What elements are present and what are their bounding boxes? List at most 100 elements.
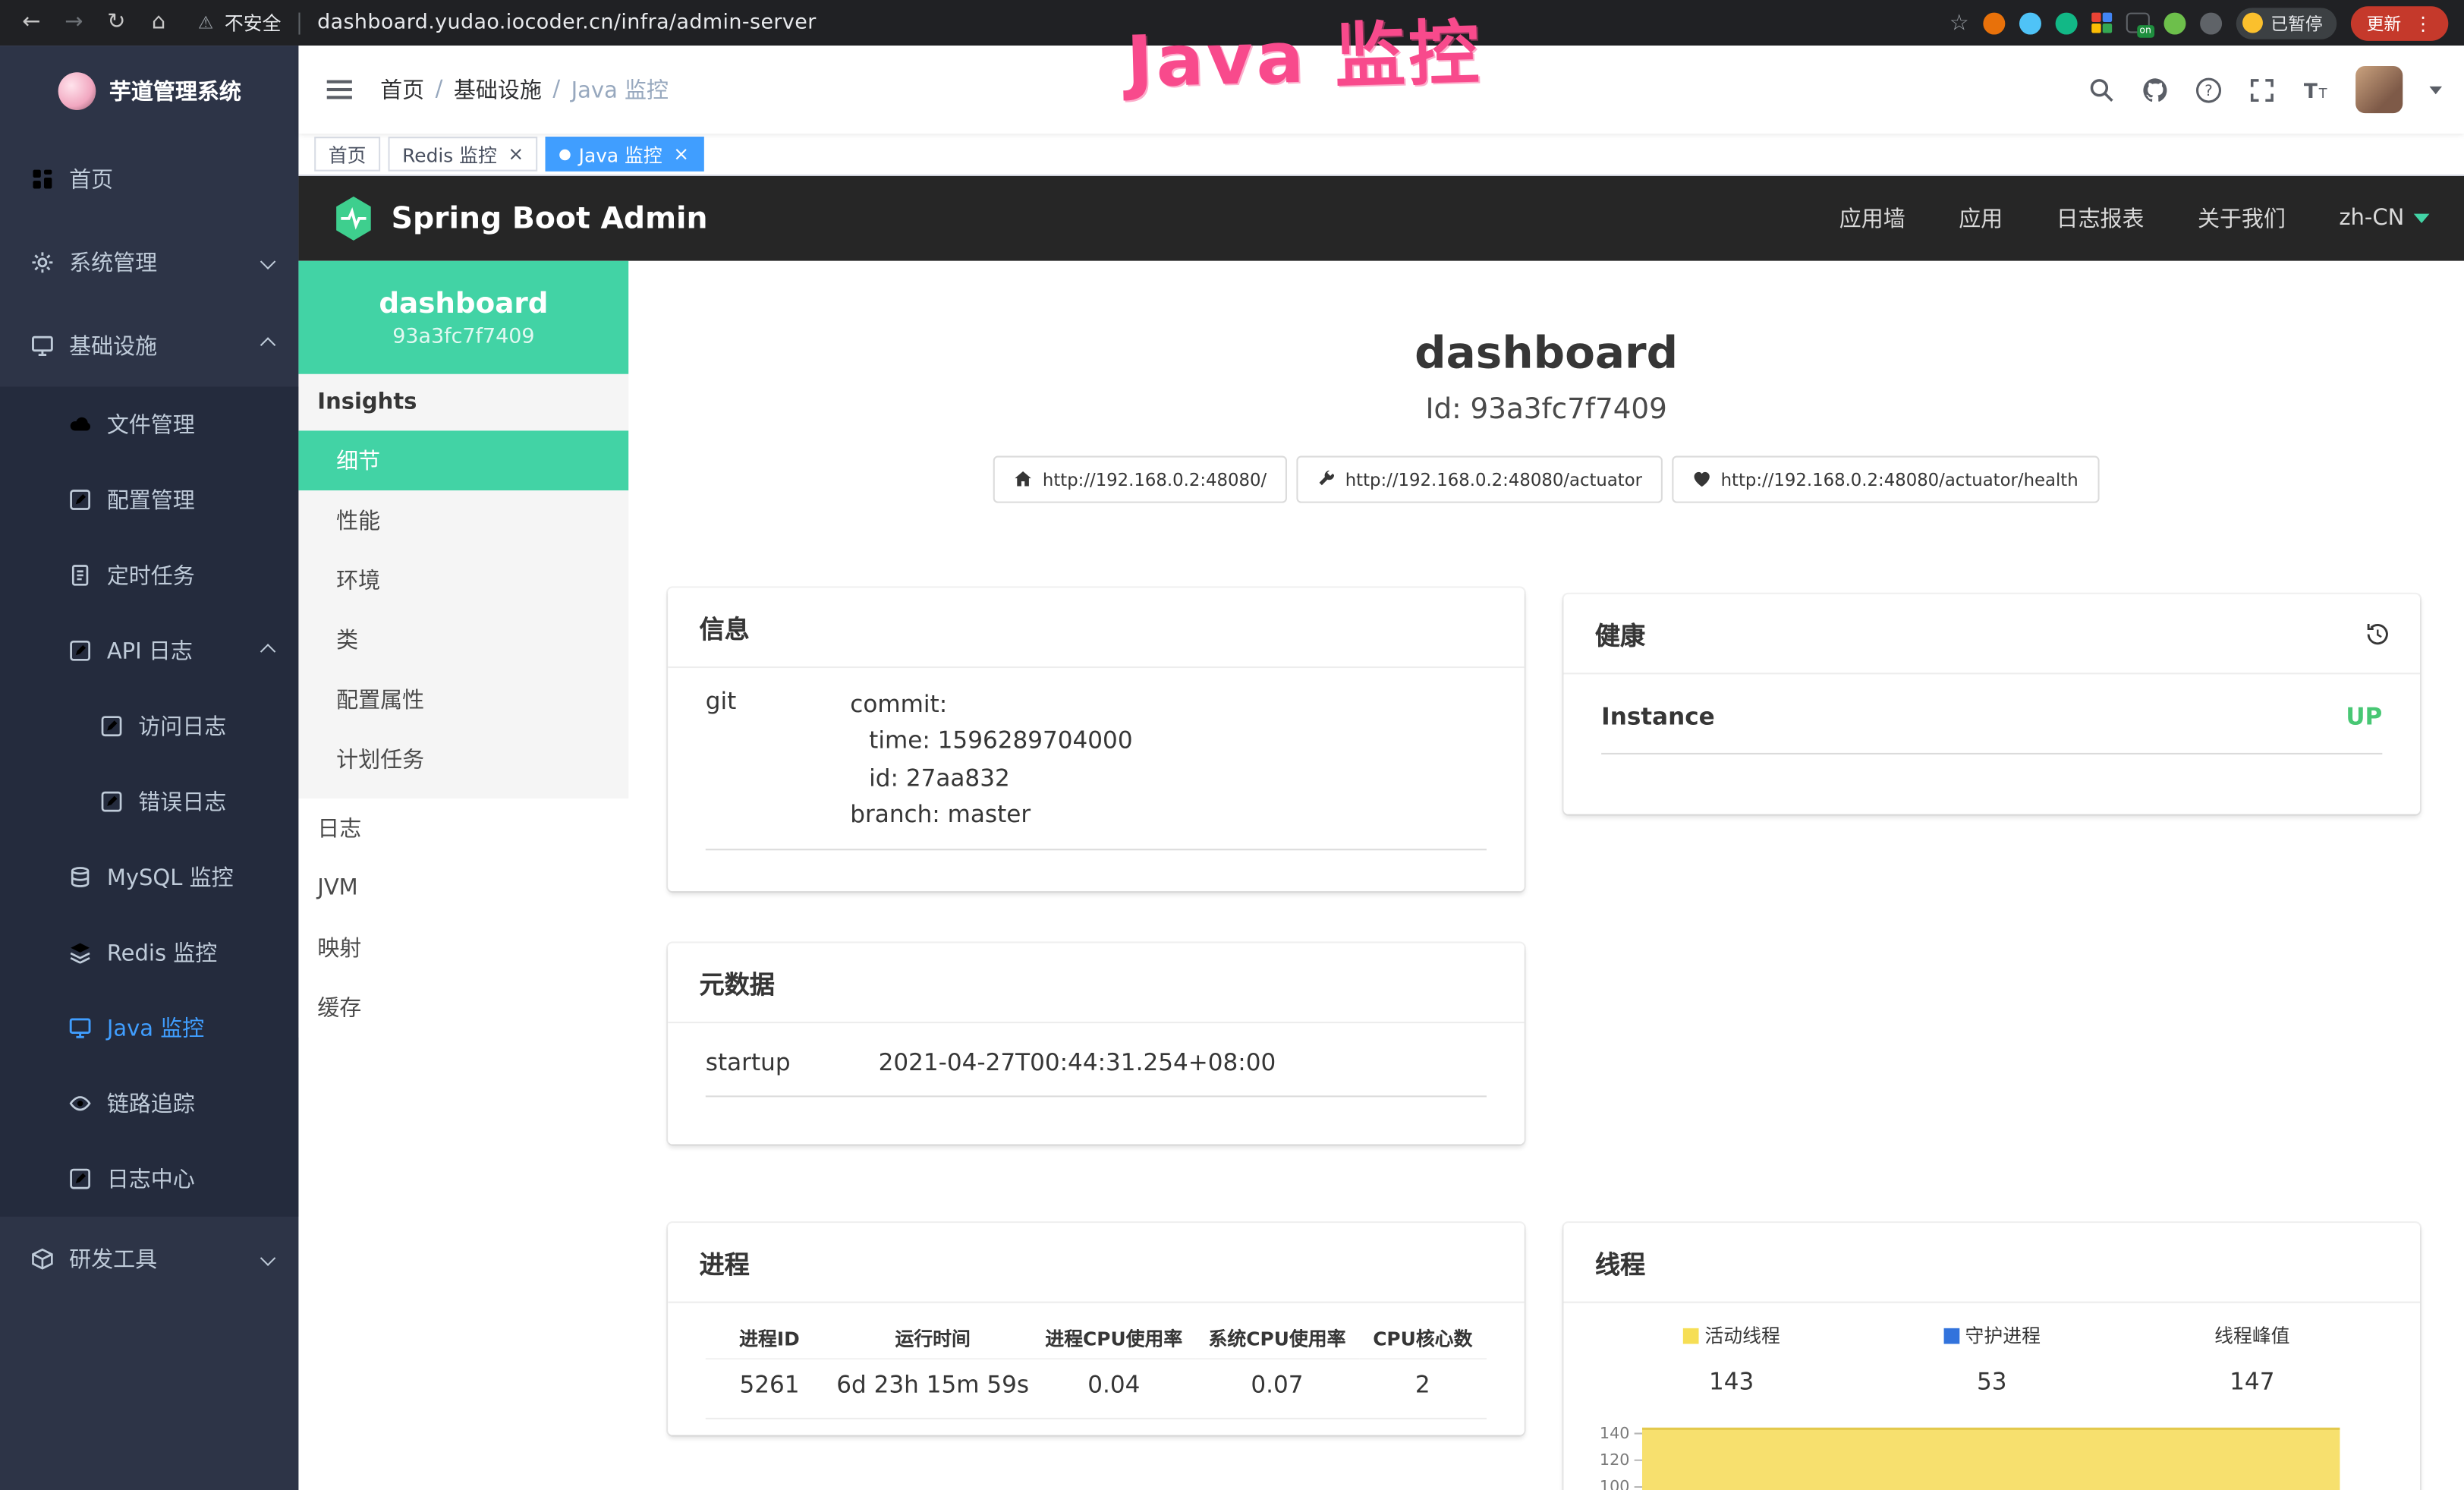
hamburger-icon[interactable] <box>320 74 358 105</box>
sidebar-item-system-management[interactable]: 系统管理 <box>0 220 298 304</box>
tab-home[interactable]: 首页 <box>314 137 380 172</box>
sba-instance-header[interactable]: dashboard 93a3fc7f7409 <box>298 261 628 374</box>
sidebar-item-home[interactable]: 首页 <box>0 137 298 220</box>
fullscreen-icon[interactable] <box>2248 76 2275 102</box>
bookmark-star-icon[interactable]: ☆ <box>1949 10 1969 35</box>
process-card: 进程 进程ID5261 运行时间6d 23h 15m 59s 进程CPU使用率0… <box>668 1223 1525 1435</box>
health-url-button[interactable]: http://192.168.0.2:48080/actuator/health <box>1672 456 2098 503</box>
legend-swatch-blue <box>1943 1328 1959 1344</box>
sidebar-item-api-logs[interactable]: API 日志 <box>0 613 298 688</box>
font-size-icon[interactable]: TT <box>2302 76 2329 102</box>
tab-label: Java 监控 <box>579 140 662 167</box>
service-url-button[interactable]: http://192.168.0.2:48080/ <box>994 456 1287 503</box>
actuator-url-button[interactable]: http://192.168.0.2:48080/actuator <box>1297 456 1663 503</box>
sba-language-select[interactable]: zh-CN <box>2339 206 2429 231</box>
history-icon[interactable] <box>2363 621 2388 646</box>
forward-icon[interactable]: → <box>58 0 90 46</box>
database-icon <box>69 866 91 888</box>
github-icon[interactable] <box>2142 76 2169 102</box>
sidebar-item-error-logs[interactable]: 错误日志 <box>0 764 298 839</box>
sba-nav-journal[interactable]: 日志报表 <box>2056 203 2145 234</box>
edit-icon <box>101 791 123 813</box>
legend-live-threads: 活动线程 143 <box>1601 1322 1861 1396</box>
user-avatar[interactable] <box>2355 66 2403 113</box>
sba-item-classes[interactable]: 类 <box>298 610 628 669</box>
sba-brand[interactable]: Spring Boot Admin <box>333 195 708 242</box>
sidebar-item-config-management[interactable]: 配置管理 <box>0 462 298 537</box>
tab-redis-monitor[interactable]: Redis 监控 <box>389 137 538 172</box>
profile-paused-badge[interactable]: 已暂停 <box>2236 7 2337 38</box>
sidebar-item-file-management[interactable]: 文件管理 <box>0 386 298 461</box>
chrome-update-button[interactable]: 更新⋮ <box>2351 5 2448 40</box>
sba-item-caches[interactable]: 缓存 <box>298 978 628 1038</box>
sba-item-metrics[interactable]: 性能 <box>298 490 628 550</box>
url-bar[interactable]: dashboard.yudao.iocoder.cn/infra/admin-s… <box>317 11 817 34</box>
avatar-caret-icon[interactable] <box>2429 86 2442 93</box>
threads-area-chart: 140 120 100 <box>1589 1415 2374 1490</box>
help-icon[interactable]: ? <box>2195 76 2222 102</box>
search-icon[interactable] <box>2088 76 2115 102</box>
extension-icon-orange[interactable] <box>1983 12 2005 34</box>
back-icon[interactable]: ← <box>16 0 47 46</box>
chevron-up-icon <box>260 337 275 352</box>
sidebar-item-infrastructure[interactable]: 基础设施 <box>0 304 298 387</box>
sidebar-item-scheduled-tasks[interactable]: 定时任务 <box>0 537 298 613</box>
sidebar-item-label: 错误日志 <box>138 786 226 817</box>
refresh-icon[interactable]: ↻ <box>101 0 132 46</box>
browser-home-icon[interactable]: ⌂ <box>143 0 174 46</box>
git-commit-line: commit: <box>850 687 1487 723</box>
profile-face-icon <box>2242 13 2263 33</box>
sba-nav-applications[interactable]: 应用 <box>1959 203 2003 234</box>
sidebar-item-dev-tools[interactable]: 研发工具 <box>0 1217 298 1300</box>
extension-icon-green[interactable] <box>2056 12 2078 34</box>
sba-sidebar: dashboard 93a3fc7f7409 Insights 细节 性能 环境… <box>298 261 628 1490</box>
workspaces-icon[interactable] <box>2091 13 2112 33</box>
edit-icon <box>101 715 123 737</box>
sba-item-configprops[interactable]: 配置属性 <box>298 669 628 729</box>
sba-item-mappings[interactable]: 映射 <box>298 918 628 978</box>
extension-icon-blue[interactable] <box>2019 12 2041 34</box>
sba-language-label: zh-CN <box>2339 206 2404 231</box>
sidebar-item-mysql-monitor[interactable]: MySQL 监控 <box>0 840 298 915</box>
legend-daemon-threads: 守护进程 53 <box>1861 1322 2122 1396</box>
sba-item-details[interactable]: 细节 <box>298 430 628 490</box>
sba-nav-wallboard[interactable]: 应用墙 <box>1839 203 1905 234</box>
tab-close-icon[interactable] <box>670 143 689 165</box>
sidebar-item-access-logs[interactable]: 访问日志 <box>0 688 298 764</box>
process-table: 进程ID5261 运行时间6d 23h 15m 59s 进程CPU使用率0.04… <box>706 1309 1487 1419</box>
breadcrumb-home[interactable]: 首页 <box>380 74 424 105</box>
tab-java-monitor[interactable]: Java 监控 <box>546 137 703 172</box>
sidebar-item-link-tracing[interactable]: 链路追踪 <box>0 1066 298 1141</box>
sba-item-environment[interactable]: 环境 <box>298 550 628 610</box>
paused-label: 已暂停 <box>2270 10 2322 35</box>
sba-item-logfile[interactable]: 日志 <box>298 799 628 858</box>
git-time-line: time: 1596289704000 <box>850 723 1487 760</box>
sidebar-item-java-monitor[interactable]: Java 监控 <box>0 991 298 1066</box>
sba-item-jvm[interactable]: JVM <box>298 858 628 918</box>
threads-card-title: 线程 <box>1595 1243 1645 1281</box>
url-path: /infra/admin-server <box>614 11 817 34</box>
browser-menu-icon[interactable]: ⋮ <box>2414 12 2433 34</box>
sidebar-item-redis-monitor[interactable]: Redis 监控 <box>0 915 298 990</box>
legend-swatch-yellow <box>1682 1328 1698 1344</box>
info-card: 信息 git commit: time: 1596289704000 id: 2… <box>668 587 1525 891</box>
metadata-value: 2021-04-27T00:44:31.254+08:00 <box>879 1048 1487 1076</box>
sba-content: dashboard Id: 93a3fc7f7409 http://192.16… <box>628 261 2464 1490</box>
sba-item-scheduled-tasks[interactable]: 计划任务 <box>298 729 628 789</box>
breadcrumb-current: Java 监控 <box>571 74 669 105</box>
info-key: git <box>706 687 851 833</box>
dashboard-icon <box>31 168 53 190</box>
breadcrumb-infrastructure[interactable]: 基础设施 <box>454 74 542 105</box>
app-logo[interactable]: 芋道管理系统 <box>0 46 298 137</box>
sba-nav-about[interactable]: 关于我们 <box>2198 203 2286 234</box>
extension-icon-gray[interactable] <box>2200 12 2222 34</box>
sba-header: Spring Boot Admin 应用墙 应用 日志报表 关于我们 zh-CN <box>298 176 2464 261</box>
sba-insights-group: Insights 细节 性能 环境 类 配置属性 计划任务 <box>298 374 628 799</box>
extension-icon-leaf[interactable] <box>2163 12 2186 34</box>
security-label[interactable]: 不安全 <box>225 9 282 36</box>
legend-label: 线程峰值 <box>2214 1322 2289 1349</box>
sidebar-item-log-center[interactable]: 日志中心 <box>0 1141 298 1216</box>
extension-on-badge[interactable]: on <box>2126 13 2150 33</box>
health-instance-row: Instance UP <box>1601 674 2382 754</box>
tab-close-icon[interactable] <box>505 143 524 165</box>
